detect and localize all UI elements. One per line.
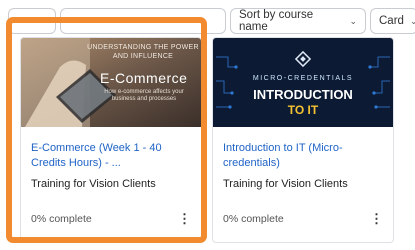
banner-caption: How e-commerce affects your business and… (104, 89, 184, 102)
course-toolbar: Sort by course name ⌄ Card ⌄ (0, 8, 415, 36)
view-select-label: Card (379, 15, 404, 27)
course-category: Training for Vision Clients (223, 178, 348, 190)
course-image[interactable]: UNDERSTANDING THE POWER AND INFLUENCE E-… (21, 38, 201, 127)
search-input[interactable] (60, 8, 226, 34)
sort-select[interactable]: Sort by course name ⌄ (230, 8, 366, 34)
course-category: Training for Vision Clients (31, 178, 156, 190)
sort-select-label: Sort by course name (239, 9, 314, 33)
course-title-link[interactable]: Introduction to IT (Micro-credentials) (223, 141, 389, 171)
more-options-icon[interactable]: ⋮ (370, 211, 383, 227)
course-title-link[interactable]: E-Commerce (Week 1 - 40 Credits Hours) -… (31, 141, 197, 171)
filter-select[interactable] (8, 8, 56, 34)
more-options-icon[interactable]: ⋮ (178, 211, 191, 227)
banner-heading-accent: TO IT (287, 103, 319, 117)
course-progress: 0% complete (31, 213, 92, 225)
course-image[interactable]: MICRO-CREDENTIALS INTRODUCTION TO IT (213, 38, 393, 127)
banner-kicker: UNDERSTANDING THE POWER AND INFLUENCE (87, 44, 199, 60)
chevron-down-icon: ⌄ (349, 15, 357, 26)
course-progress: 0% complete (223, 213, 284, 225)
banner-kicker: MICRO-CREDENTIALS (252, 75, 354, 82)
banner-heading: INTRODUCTION (253, 87, 353, 102)
banner-heading: E-Commerce (100, 70, 188, 86)
course-card[interactable]: MICRO-CREDENTIALS INTRODUCTION TO IT Int… (212, 37, 394, 243)
course-card[interactable]: UNDERSTANDING THE POWER AND INFLUENCE E-… (20, 37, 202, 243)
view-select[interactable]: Card ⌄ (370, 8, 415, 34)
chevron-down-icon: ⌄ (409, 15, 415, 26)
